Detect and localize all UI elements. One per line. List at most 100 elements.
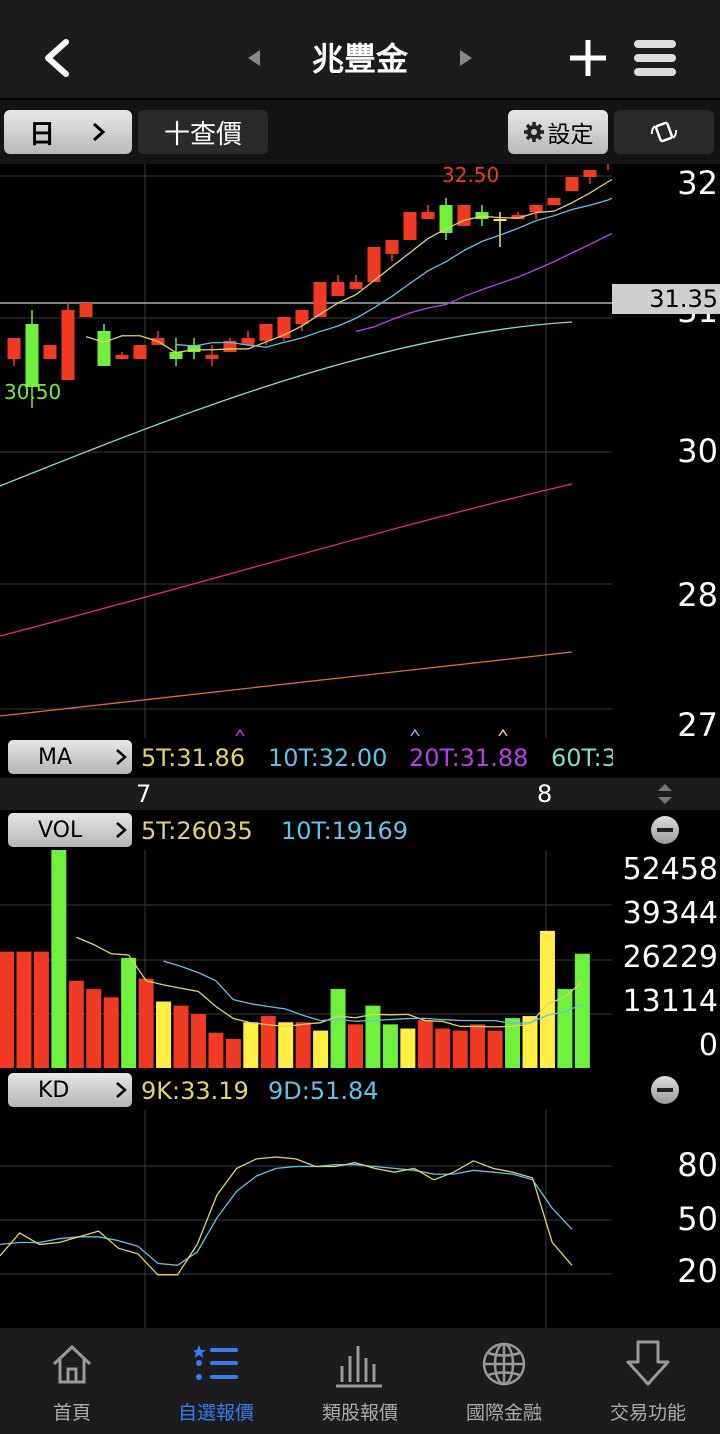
volume-axis-label: 13114 [622, 984, 718, 1019]
chevron-right-icon [116, 749, 127, 765]
trade-icon [626, 1340, 670, 1386]
volume-bar [173, 1005, 189, 1068]
menu-icon[interactable] [634, 38, 676, 78]
add-icon[interactable] [568, 38, 608, 78]
home-icon [52, 1344, 92, 1384]
settings-button[interactable]: 設定 [508, 110, 608, 154]
chevron-right-icon [93, 122, 106, 142]
next-stock-icon[interactable] [458, 48, 474, 68]
collapse-kd-icon[interactable] [651, 1076, 679, 1104]
tab-label: 首頁 [52, 1402, 91, 1424]
candle-body [97, 331, 111, 366]
volume-bar [33, 951, 49, 1068]
volume-bar [0, 951, 14, 1068]
kd-indicator-bar: KD 9K:33.19 9D:51.84 [0, 1070, 720, 1110]
kd-chart[interactable] [0, 1110, 612, 1328]
vol-selector[interactable]: VOL [8, 813, 132, 847]
volume-bar [452, 1030, 468, 1068]
ma20-value: 20T:31.88 [409, 744, 529, 772]
volume-bar [313, 1030, 329, 1068]
volume-bar [382, 1024, 398, 1068]
prev-stock-icon[interactable] [246, 48, 262, 68]
rotate-screen-button[interactable] [614, 110, 714, 154]
volume-axis-label: 39344 [622, 896, 718, 931]
price-chart[interactable]: 32.50 30.50 [0, 164, 612, 738]
bar-chart-icon [336, 1346, 382, 1388]
ma-label: MA [38, 744, 73, 770]
tab-international-finance[interactable]: 國際金融 [432, 1328, 576, 1434]
tab-label: 國際金融 [465, 1402, 542, 1424]
volume-bar [487, 1030, 503, 1068]
resize-handle-icon[interactable] [656, 782, 674, 806]
time-axis: 7 8 [0, 778, 720, 810]
candle-body [385, 240, 399, 254]
k-line [0, 1156, 573, 1276]
tab-trading[interactable]: 交易功能 [576, 1328, 720, 1434]
ma60-line [0, 321, 573, 487]
volume-bar [208, 1032, 224, 1068]
chevron-right-icon [116, 822, 127, 838]
vol5-value: 5T:26035 [141, 817, 253, 845]
d-value: 9D:51.84 [268, 1077, 379, 1105]
volume-bar [574, 953, 590, 1068]
volume-bar [51, 850, 67, 1068]
volume-bar [121, 957, 137, 1068]
tab-sector-quotes[interactable]: 類股報價 [288, 1328, 432, 1434]
volume-bar [470, 1024, 486, 1068]
period-selector[interactable]: 日 [4, 110, 132, 154]
cross-marker [410, 728, 420, 737]
d-line [0, 1163, 573, 1266]
ma5-value: 5T:31.86 [141, 744, 246, 772]
candle-body [349, 282, 363, 289]
header-bar: 兆豐金 [0, 0, 720, 98]
candle-body [205, 354, 219, 359]
lookup-price-button[interactable]: 十查價 [138, 110, 268, 154]
ma20-line [355, 232, 612, 333]
back-icon[interactable] [40, 38, 72, 78]
volume-bar [400, 1028, 416, 1068]
kd-selector[interactable]: KD [8, 1073, 132, 1107]
cross-marker [235, 728, 245, 737]
collapse-vol-icon[interactable] [651, 816, 679, 844]
chevron-right-icon [116, 1082, 127, 1098]
volume-bar [417, 1020, 433, 1068]
time-label: 8 [537, 780, 553, 808]
tab-label: 自選報價 [177, 1402, 254, 1424]
volume-bar [539, 930, 555, 1068]
stock-title: 兆豐金 [311, 40, 408, 78]
kd-axis-label: 20 [677, 1252, 718, 1290]
vol10-value: 10T:19169 [281, 817, 408, 845]
volume-chart[interactable] [0, 850, 612, 1070]
volume-axis: 52458 39344 26229 13114 0 [612, 850, 720, 1070]
candle-body [475, 212, 489, 219]
tab-home[interactable]: 首頁 [0, 1328, 144, 1434]
volume-bar [68, 980, 84, 1068]
price-axis-label: 30 [677, 432, 718, 470]
volume-bar [156, 1001, 172, 1068]
volume-bar [557, 989, 573, 1068]
price-axis: 32 31 30 28 27 31.35 [612, 164, 720, 744]
tab-watchlist[interactable]: 自選報價 [144, 1328, 288, 1434]
ma-selector[interactable]: MA [8, 740, 132, 774]
candle-body [79, 303, 93, 317]
candle-body [7, 338, 21, 359]
time-label: 7 [136, 780, 152, 808]
candle-body [583, 170, 597, 177]
candle-body [331, 282, 345, 296]
candle-body [295, 310, 309, 324]
volume-bar [225, 1038, 241, 1068]
bottom-tab-bar: 首頁 自選報價 類股報價 國際金融 交易功能 [0, 1328, 720, 1434]
low-price-label: 30.50 [4, 380, 61, 404]
k-value: 9K:33.19 [141, 1077, 249, 1105]
tab-label: 交易功能 [609, 1402, 686, 1424]
volume-bar [348, 1024, 363, 1068]
chart-toolbar: 日 十查價 設定 [0, 100, 720, 164]
candle-body [43, 345, 57, 359]
candle-body [133, 345, 147, 359]
cross-marker [498, 728, 508, 737]
volume-bar [295, 1022, 311, 1068]
current-price-tag: 31.35 [612, 284, 720, 314]
volume-axis-label: 0 [698, 1028, 718, 1063]
kd-axis: 80 50 20 [612, 1110, 720, 1328]
gear-icon [523, 122, 544, 142]
